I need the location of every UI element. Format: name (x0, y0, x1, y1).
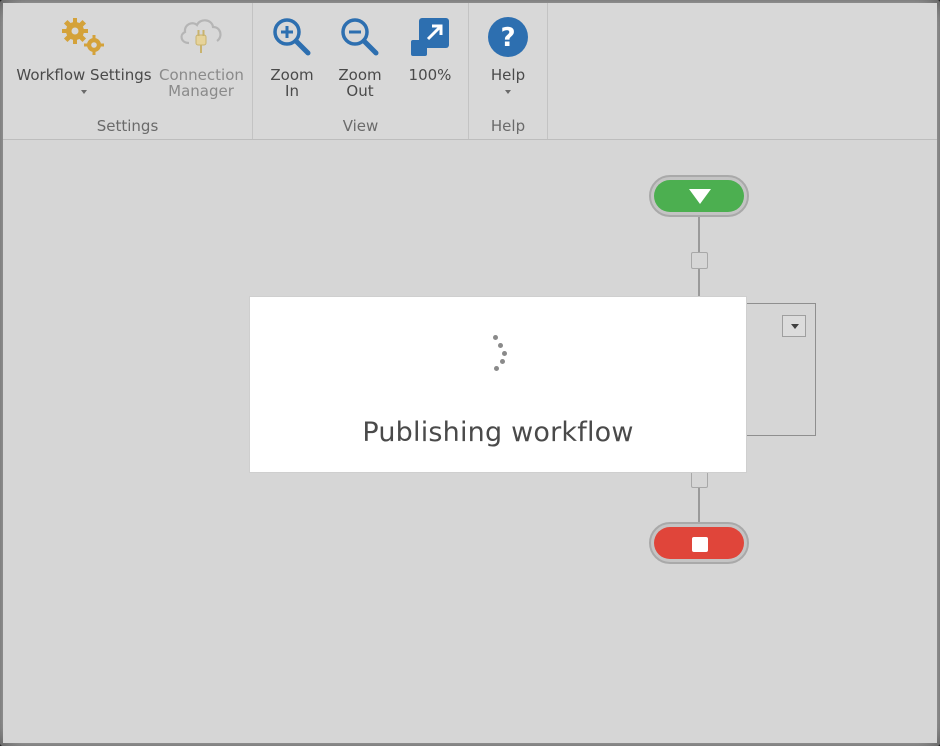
zoom-in-button[interactable]: Zoom In (261, 3, 323, 113)
zoom-out-button[interactable]: Zoom Out (329, 3, 391, 113)
activity-dropdown-button[interactable] (782, 315, 806, 337)
connection-manager-label: Connection Manager (159, 66, 244, 100)
zoom-100-button[interactable]: 100% (399, 3, 461, 113)
svg-text:?: ? (500, 23, 515, 53)
gears-icon (58, 15, 110, 60)
zoom-in-label-line2: In (285, 82, 299, 100)
start-node[interactable] (649, 175, 749, 217)
ribbon-group-view: Zoom In Zoom Out 100% View (253, 3, 469, 139)
ribbon-group-help: ? Help Help (469, 3, 548, 139)
publishing-dialog: Publishing workflow (249, 296, 747, 473)
workflow-settings-label: Workflow Settings (16, 66, 152, 84)
connector-handle[interactable] (691, 252, 708, 269)
workflow-settings-button[interactable]: Workflow Settings (9, 3, 159, 113)
ribbon-group-label-view: View (342, 117, 379, 135)
zoom-in-icon (270, 15, 314, 62)
zoom-out-icon (338, 15, 382, 62)
ribbon-toolbar: Workflow Settings Connection Manager Set… (3, 3, 937, 140)
stop-square-icon (692, 537, 708, 552)
ribbon-group-label-help: Help (490, 117, 526, 135)
chevron-down-icon (505, 90, 511, 94)
connection-manager-label-line1: Connection (159, 66, 244, 84)
zoom-in-label-line1: Zoom (270, 66, 314, 84)
ribbon-group-label-settings: Settings (96, 117, 159, 135)
publishing-message: Publishing workflow (362, 417, 634, 448)
loading-spinner-icon (488, 333, 512, 373)
app-window: Workflow Settings Connection Manager Set… (0, 0, 940, 746)
fit-100-icon (408, 15, 452, 62)
zoom-100-label: 100% (408, 66, 452, 84)
cloud-plug-icon (176, 15, 226, 60)
question-icon: ? (486, 15, 530, 62)
triangle-down-icon (689, 189, 711, 204)
zoom-in-label: Zoom In (261, 67, 323, 99)
help-label: Help (490, 66, 526, 84)
zoom-out-label: Zoom Out (329, 67, 391, 99)
connection-manager-label-line2: Manager (168, 82, 234, 100)
ribbon-group-settings: Workflow Settings Connection Manager Set… (3, 3, 253, 139)
help-button[interactable]: ? Help (477, 3, 539, 113)
connector-handle[interactable] (691, 471, 708, 488)
zoom-out-label-line2: Out (346, 82, 374, 100)
zoom-out-label-line1: Zoom (338, 66, 382, 84)
connection-manager-button[interactable]: Connection Manager (159, 3, 244, 113)
chevron-down-icon (81, 90, 87, 94)
stop-node[interactable] (649, 522, 749, 564)
